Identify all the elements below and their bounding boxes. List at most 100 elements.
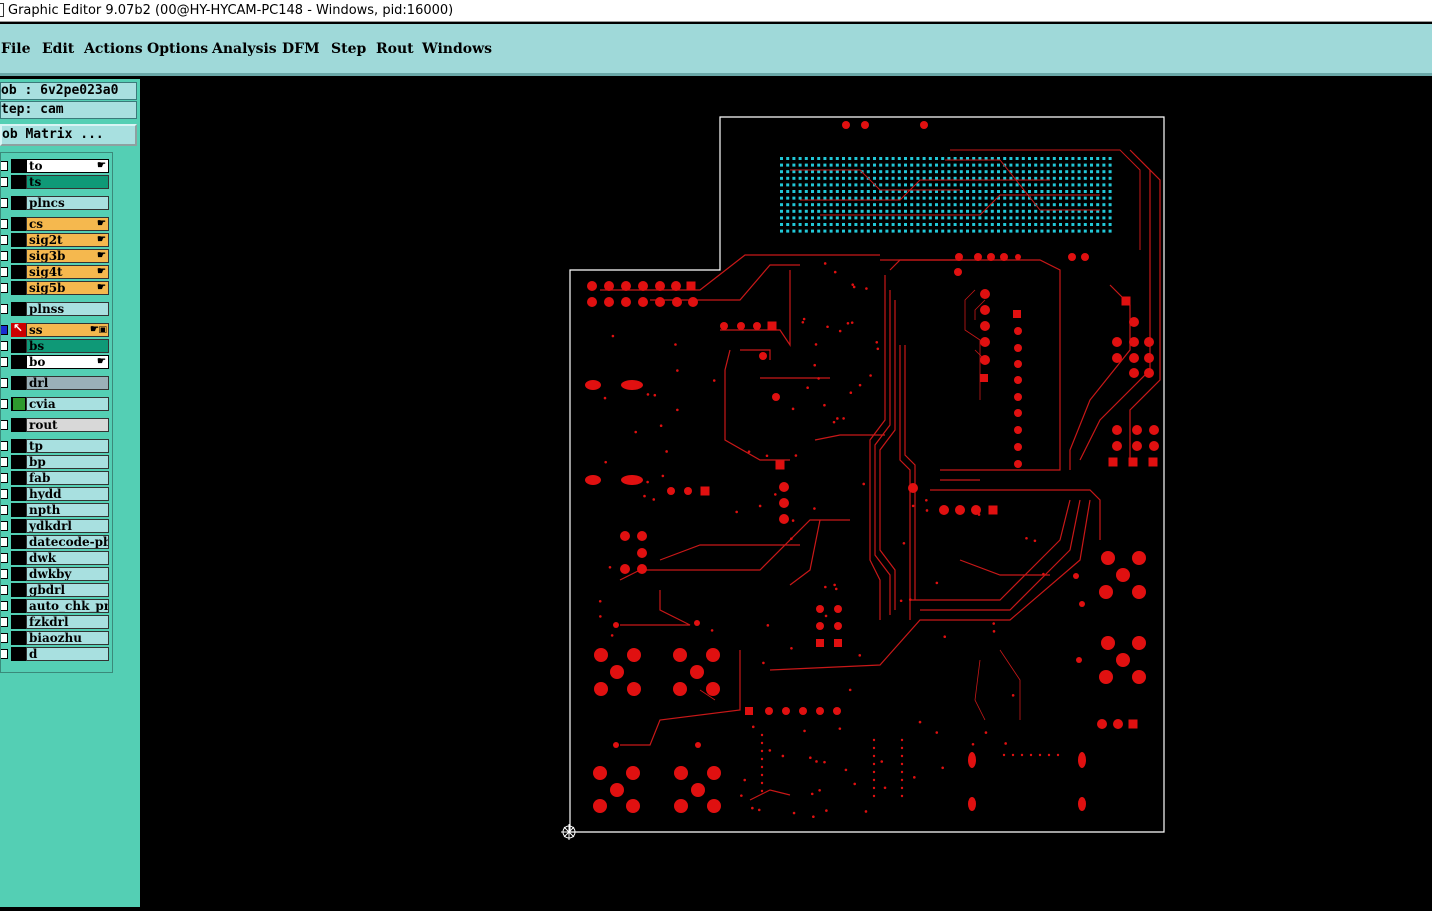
- layer-label[interactable]: d: [26, 647, 109, 661]
- layer-label[interactable]: sig3b ☛: [26, 249, 109, 263]
- layer-color-box[interactable]: [11, 249, 26, 263]
- layer-row-drl[interactable]: drl: [1, 376, 113, 390]
- layer-row-dwk[interactable]: dwk: [1, 551, 113, 565]
- layer-color-box[interactable]: [11, 302, 26, 316]
- layer-color-box[interactable]: [11, 535, 26, 549]
- layer-row-ts[interactable]: ts: [1, 175, 113, 189]
- layer-label[interactable]: dwk: [26, 551, 109, 565]
- layer-row-sig4t[interactable]: sig4t ☛: [1, 265, 113, 279]
- layer-row-plncs[interactable]: plncs: [1, 196, 113, 210]
- layer-color-box[interactable]: [11, 647, 26, 661]
- layer-color-box[interactable]: [11, 217, 26, 231]
- layer-color-box[interactable]: [11, 631, 26, 645]
- menu-windows[interactable]: Windows: [422, 41, 492, 57]
- layer-checkbox[interactable]: [1, 251, 8, 261]
- layer-label[interactable]: cvia: [26, 397, 109, 411]
- menu-options[interactable]: Options: [147, 41, 208, 57]
- layer-checkbox[interactable]: [1, 441, 8, 451]
- layer-checkbox[interactable]: [1, 505, 8, 515]
- layer-row-d[interactable]: d: [1, 647, 113, 661]
- layer-label[interactable]: datecode-pbe: [26, 535, 109, 549]
- layer-label[interactable]: rout: [26, 418, 109, 432]
- layer-checkbox[interactable]: [1, 585, 8, 595]
- layer-row-fab[interactable]: fab: [1, 471, 113, 485]
- layer-color-box[interactable]: [11, 355, 26, 369]
- layer-color-box[interactable]: [11, 265, 26, 279]
- layer-row-npth[interactable]: npth: [1, 503, 113, 517]
- layer-row-bp[interactable]: bp: [1, 455, 113, 469]
- layer-checkbox[interactable]: [1, 161, 8, 171]
- layer-checkbox[interactable]: [1, 521, 8, 531]
- layer-color-box[interactable]: [11, 439, 26, 453]
- layer-checkbox[interactable]: [1, 601, 8, 611]
- layer-row-fzkdrl[interactable]: fzkdrl: [1, 615, 113, 629]
- layer-checkbox[interactable]: [1, 537, 8, 547]
- layer-checkbox[interactable]: [1, 378, 8, 388]
- layer-checkbox[interactable]: [1, 235, 8, 245]
- layer-checkbox[interactable]: [1, 457, 8, 467]
- layer-label[interactable]: plncs: [26, 196, 109, 210]
- layer-color-box[interactable]: [11, 175, 26, 189]
- layer-label[interactable]: tp: [26, 439, 109, 453]
- layer-row-hydd[interactable]: hydd: [1, 487, 113, 501]
- layer-row-auto_chk_pnl[interactable]: auto_chk_pnl: [1, 599, 113, 613]
- menu-rout[interactable]: Rout: [376, 41, 414, 57]
- layer-label[interactable]: cs ☛: [26, 217, 109, 231]
- layer-checkbox[interactable]: [1, 489, 8, 499]
- layer-row-cs[interactable]: cs ☛: [1, 217, 113, 231]
- layer-label[interactable]: ts: [26, 175, 109, 189]
- layer-row-tp[interactable]: tp: [1, 439, 113, 453]
- menu-edit[interactable]: Edit: [42, 41, 74, 57]
- layer-row-to[interactable]: to ☛: [1, 159, 113, 173]
- layer-label[interactable]: sig5b ☛: [26, 281, 109, 295]
- layer-label[interactable]: plnss: [26, 302, 109, 316]
- layer-label[interactable]: npth: [26, 503, 109, 517]
- layer-color-box[interactable]: [11, 519, 26, 533]
- layer-row-cvia[interactable]: cvia: [1, 397, 113, 411]
- layer-row-plnss[interactable]: plnss: [1, 302, 113, 316]
- layer-label[interactable]: fzkdrl: [26, 615, 109, 629]
- layer-color-box[interactable]: [11, 487, 26, 501]
- layer-label[interactable]: drl: [26, 376, 109, 390]
- layer-row-sig3b[interactable]: sig3b ☛: [1, 249, 113, 263]
- layer-color-box[interactable]: [11, 567, 26, 581]
- layer-color-box[interactable]: [11, 471, 26, 485]
- menu-actions[interactable]: Actions: [84, 41, 143, 57]
- layer-color-box[interactable]: [11, 376, 26, 390]
- layer-checkbox[interactable]: [1, 357, 8, 367]
- menu-dfm[interactable]: DFM: [282, 41, 320, 57]
- menu-analysis[interactable]: Analysis: [212, 41, 277, 57]
- layer-row-gbdrl[interactable]: gbdrl: [1, 583, 113, 597]
- layer-checkbox[interactable]: [1, 399, 8, 409]
- layer-color-box[interactable]: [11, 615, 26, 629]
- layer-color-box[interactable]: [11, 281, 26, 295]
- layer-label[interactable]: bp: [26, 455, 109, 469]
- layer-checkbox[interactable]: [1, 177, 8, 187]
- layer-label[interactable]: sig2t ☛: [26, 233, 109, 247]
- graphic-canvas[interactable]: [140, 79, 1432, 907]
- layer-label[interactable]: dwkby: [26, 567, 109, 581]
- layer-row-biaozhu[interactable]: biaozhu: [1, 631, 113, 645]
- layer-label[interactable]: sig4t ☛: [26, 265, 109, 279]
- layer-checkbox[interactable]: [1, 633, 8, 643]
- layer-checkbox[interactable]: [1, 341, 8, 351]
- layer-color-box[interactable]: [11, 583, 26, 597]
- layer-row-datecode-pbe[interactable]: datecode-pbe: [1, 535, 113, 549]
- layer-row-ss[interactable]: ↖ ss ☛ ▣: [1, 321, 113, 337]
- layer-label[interactable]: bo ☛: [26, 355, 109, 369]
- layer-checkbox[interactable]: [1, 219, 8, 229]
- layer-label[interactable]: to ☛: [26, 159, 109, 173]
- layer-label[interactable]: bs: [26, 339, 109, 353]
- layer-label[interactable]: ss ☛ ▣: [26, 323, 109, 337]
- layer-label[interactable]: gbdrl: [26, 583, 109, 597]
- layer-color-box[interactable]: [11, 397, 26, 411]
- layer-label[interactable]: hydd: [26, 487, 109, 501]
- layer-checkbox[interactable]: [1, 569, 8, 579]
- layer-checkbox[interactable]: [1, 304, 8, 314]
- layer-checkbox[interactable]: [1, 267, 8, 277]
- layer-checkbox[interactable]: [1, 553, 8, 563]
- job-matrix-button[interactable]: ob Matrix ...: [0, 124, 137, 146]
- layer-color-box[interactable]: [11, 339, 26, 353]
- layer-checkbox[interactable]: [1, 473, 8, 483]
- layer-checkbox[interactable]: [1, 617, 8, 627]
